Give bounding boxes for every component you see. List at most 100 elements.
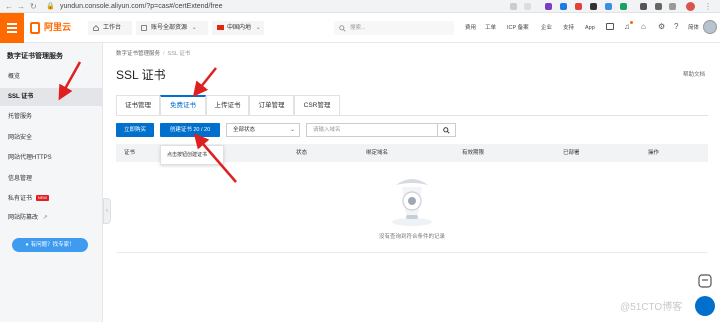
grid-icon: [141, 25, 147, 31]
nav-link-cost[interactable]: 费用: [465, 23, 476, 33]
buy-now-button[interactable]: 立即购买: [116, 123, 154, 137]
sidebar-item-overview[interactable]: 概览: [0, 68, 103, 86]
more-icon[interactable]: ⋮: [704, 2, 712, 11]
china-flag-icon: [217, 25, 224, 30]
create-cert-button[interactable]: 创建证书 20 / 20: [160, 123, 220, 137]
terminal-icon[interactable]: [606, 23, 614, 30]
extension-icon[interactable]: [575, 3, 582, 10]
gear-icon[interactable]: ⚙: [658, 22, 665, 31]
column-header: 状态: [296, 150, 308, 156]
sidebar: 数字证书管理服务 概览 SSL 证书 托管服务 网站安全 网站代理HTTPS 信…: [0, 43, 103, 322]
tabs-divider: [116, 115, 708, 116]
nav-link-enterprise[interactable]: 企业: [541, 23, 552, 33]
extension-icon[interactable]: [605, 3, 612, 10]
floating-help-button[interactable]: [695, 296, 715, 316]
home-icon: [93, 25, 99, 31]
chat-bubble-icon: ●: [25, 242, 29, 248]
account-resources-label: 账号全部资源: [151, 25, 188, 31]
browser-toolbar: ← → ↻ 🔒 yundun.console.aliyun.com/?p=cas…: [0, 0, 720, 13]
logo-text[interactable]: 阿里云: [44, 21, 71, 34]
sidebar-item-private-cert[interactable]: 私有证书 NEW: [0, 190, 103, 208]
sidebar-item-proxy-https[interactable]: 网站代理HTTPS: [0, 149, 103, 167]
tab-csr-management[interactable]: CSR管理: [294, 95, 340, 115]
domain-search-button[interactable]: [438, 123, 456, 137]
console-top-nav: 阿里云 工作台 账号全部资源 ⌄ 中国内地 ⌄ 搜索... 费用 工单 ICP …: [0, 13, 720, 43]
sidebar-item-label: SSL 证书: [8, 94, 34, 100]
column-header: 绑定域名: [366, 150, 389, 156]
chat-icon[interactable]: [698, 274, 712, 288]
sidebar-item-tamper-protection[interactable]: 网站防篡改 ↗: [0, 209, 103, 227]
region-dropdown[interactable]: 中国内地 ⌄: [212, 21, 264, 35]
back-icon[interactable]: ←: [5, 2, 13, 11]
extension-icon[interactable]: [590, 3, 597, 10]
sidebar-item-site-security[interactable]: 网站安全: [0, 129, 103, 147]
lock-icon: 🔒: [46, 3, 55, 10]
tab-upload-cert[interactable]: 上传证书: [206, 95, 249, 115]
extension-icon[interactable]: [620, 3, 627, 10]
sidebar-item-ssl-cert[interactable]: SSL 证书: [0, 88, 103, 106]
share-icon[interactable]: [510, 3, 517, 10]
table-bottom-border: [116, 252, 708, 253]
sidebar-item-label: 网站安全: [8, 135, 33, 141]
help-doc-link[interactable]: 帮助文档: [683, 70, 705, 78]
help-icon[interactable]: ?: [674, 22, 678, 31]
search-icon: [339, 25, 346, 32]
chevron-down-icon: ⌄: [255, 25, 261, 31]
workbench-label: 工作台: [103, 25, 122, 31]
domain-search-input[interactable]: [306, 123, 438, 137]
expert-help-label: 有问题？找专家！: [30, 242, 75, 248]
external-link-icon: ↗: [42, 215, 48, 221]
address-bar[interactable]: yundun.console.aliyun.com/?p=cas#/certEx…: [60, 2, 222, 11]
sidebar-item-hosting[interactable]: 托管服务: [0, 108, 103, 126]
create-cert-tooltip: 点击按钮创建证书: [160, 145, 224, 165]
forward-icon[interactable]: →: [17, 2, 25, 11]
search-icon: [443, 127, 450, 134]
expert-help-button[interactable]: ● 有问题？找专家！: [12, 238, 88, 252]
bookmark-icon[interactable]: [524, 3, 531, 10]
language-switch[interactable]: 简体: [688, 23, 699, 33]
reload-icon[interactable]: ↻: [30, 2, 37, 11]
sidebar-item-label: 托管服务: [8, 114, 33, 120]
status-select-value: 全部状态: [233, 127, 256, 133]
extension-icon[interactable]: [560, 3, 567, 10]
sidebar-icon[interactable]: [669, 3, 676, 10]
sidebar-item-info-management[interactable]: 信息管理: [0, 170, 103, 188]
tab-free-cert[interactable]: 免费证书: [160, 95, 206, 115]
chevron-down-icon: ⌄: [191, 25, 197, 31]
status-select[interactable]: 全部状态 ⌄: [226, 123, 300, 137]
tab-order-management[interactable]: 订单管理: [249, 95, 294, 115]
nav-link-support[interactable]: 支持: [563, 23, 574, 33]
empty-state-text: 没有查询到符合条件的记录: [378, 234, 445, 240]
bell-icon[interactable]: ♫: [624, 22, 630, 31]
column-header: 有效期限: [462, 150, 485, 156]
nav-link-ticket[interactable]: 工单: [485, 23, 496, 33]
puzzle-icon[interactable]: [655, 3, 662, 10]
breadcrumb: 数字证书管理服务 / SSL 证书: [116, 51, 191, 57]
sidebar-item-label: 网站代理HTTPS: [8, 155, 52, 161]
empty-state-illustration: [392, 179, 432, 226]
nav-link-icp[interactable]: ICP 备案: [507, 23, 529, 33]
nav-link-app[interactable]: App: [585, 23, 595, 33]
user-avatar[interactable]: [703, 20, 717, 34]
profile-avatar[interactable]: [686, 2, 695, 11]
aliyun-logo-icon: [30, 22, 40, 34]
extension-icon[interactable]: [545, 3, 552, 10]
sidebar-item-label: 信息管理: [8, 176, 33, 182]
extension-icon[interactable]: [640, 3, 647, 10]
sidebar-collapse-handle[interactable]: ‹: [103, 198, 111, 224]
sidebar-item-label: 私有证书: [8, 196, 33, 202]
region-label: 中国内地: [227, 25, 252, 31]
breadcrumb-current: SSL 证书: [167, 51, 191, 57]
menu-icon[interactable]: [0, 13, 24, 43]
column-header: 证书: [124, 150, 136, 156]
sidebar-title: 数字证书管理服务: [7, 53, 63, 60]
breadcrumb-item[interactable]: 数字证书管理服务: [116, 51, 160, 57]
workbench-button[interactable]: 工作台: [88, 21, 132, 35]
tab-cert-management[interactable]: 证书管理: [116, 95, 160, 115]
new-badge: NEW: [35, 195, 50, 202]
arrow-to-free-cert-tab: [192, 67, 217, 97]
cart-icon[interactable]: ⌂: [641, 22, 646, 31]
notification-dot: [630, 21, 633, 24]
account-resources-dropdown[interactable]: 账号全部资源 ⌄: [136, 21, 208, 35]
global-search[interactable]: 搜索...: [334, 21, 454, 35]
